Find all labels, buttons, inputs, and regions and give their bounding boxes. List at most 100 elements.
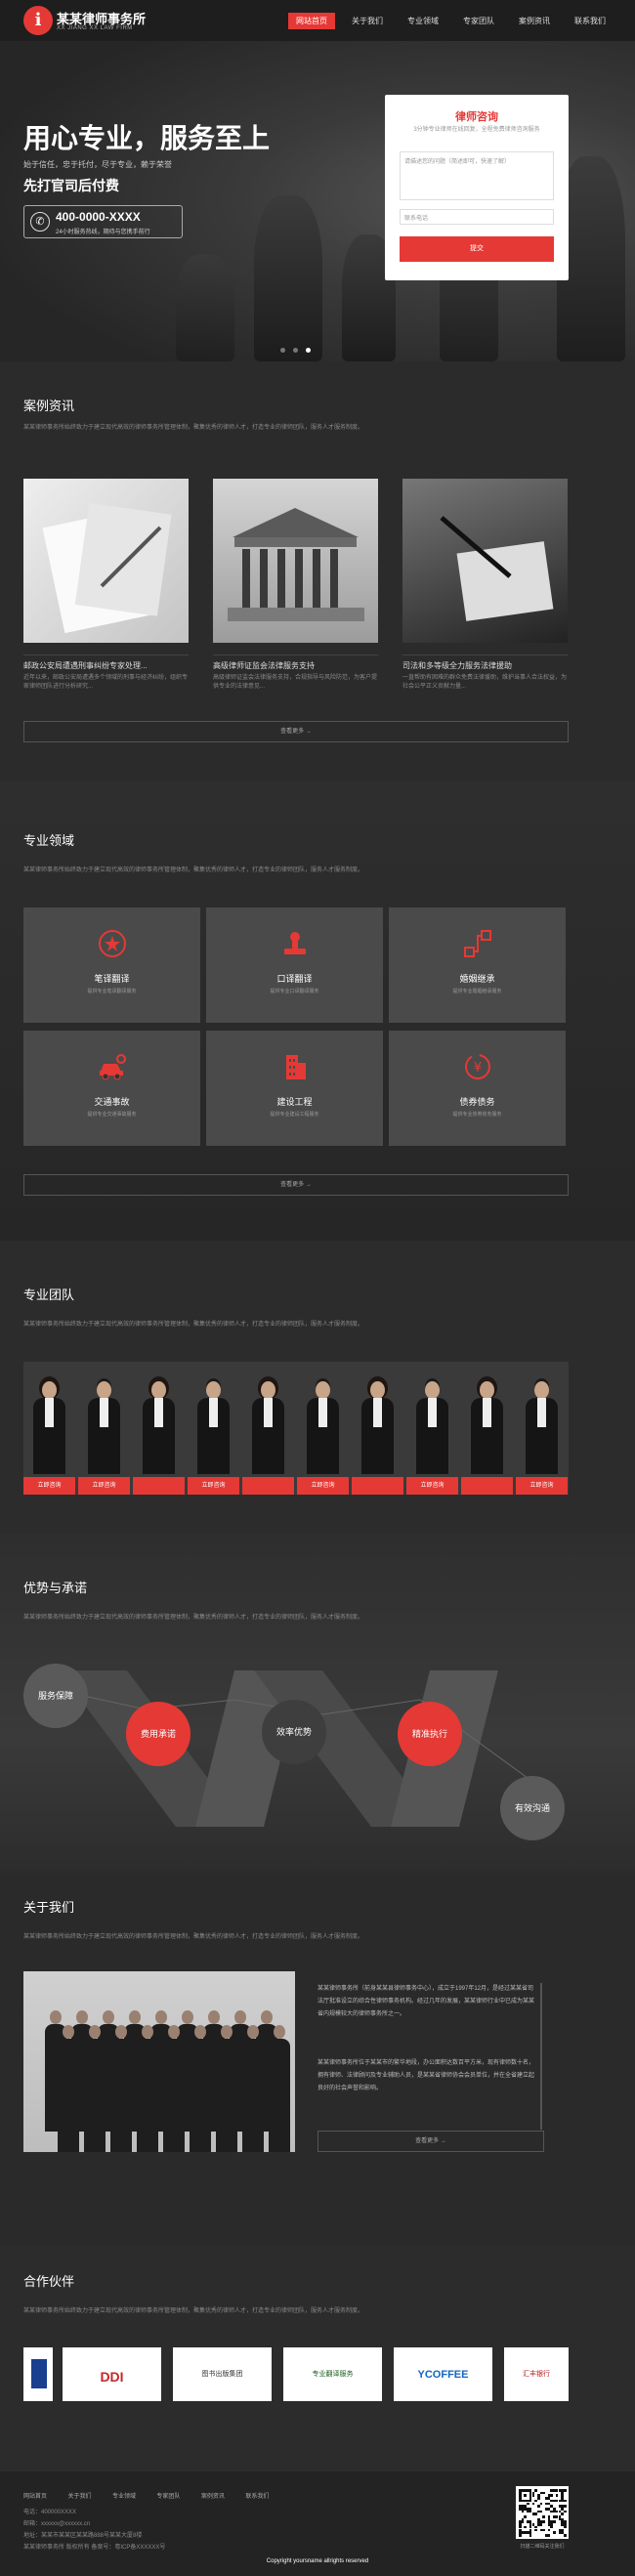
signing-photo — [440, 516, 554, 621]
carousel-dot[interactable] — [293, 348, 298, 353]
footer-nav-item[interactable]: 案例资讯 — [201, 2494, 225, 2500]
nav-item-fields[interactable]: 专业领域 — [400, 13, 446, 29]
field-description: 提供专业口译翻译服务 — [270, 989, 319, 994]
qr-module — [534, 2513, 537, 2515]
consult-title: 律师咨询 — [455, 111, 498, 123]
team-member[interactable] — [133, 1362, 185, 1495]
nav-item-team[interactable]: 专家团队 — [455, 13, 502, 29]
nav-item-about[interactable]: 关于我们 — [344, 13, 391, 29]
nav-item-home[interactable]: 网站首页 — [288, 13, 335, 29]
team-member[interactable]: 立即咨询 — [516, 1362, 568, 1495]
qr-module — [521, 2520, 525, 2524]
field-description: 提供专业债券债务服务 — [452, 1112, 502, 1118]
field-card[interactable]: 婚姻继承 提供专业婚姻继承服务 — [389, 908, 566, 1023]
qr-module — [553, 2520, 556, 2524]
partner-logo[interactable]: 汇丰银行 — [504, 2347, 569, 2401]
consult-subtitle: 3分钟专业律师在线回复，全程免费律师咨询服务 — [413, 127, 540, 133]
phone-input[interactable]: 联系电话 — [400, 209, 554, 225]
team-member[interactable]: 立即咨询 — [23, 1362, 75, 1495]
car-icon — [100, 1054, 126, 1080]
consult-member-button[interactable]: 立即咨询 — [23, 1477, 75, 1495]
footer-nav-item[interactable]: 联系我们 — [245, 2494, 269, 2500]
team-section: 专业团队 某某律师事务所始终致力于建立现代高效的律师事务所管理体制，聚集优秀的律… — [0, 1241, 635, 1534]
field-card[interactable]: ¥ 债券债务 提供专业债券债务服务 — [389, 1031, 566, 1146]
member-photo — [88, 1381, 120, 1474]
member-photo — [307, 1381, 339, 1474]
footer-nav-item[interactable]: 专家团队 — [156, 2494, 180, 2500]
logo-icon[interactable]: i — [23, 6, 53, 35]
field-card[interactable]: 交通事故 提供专业交通事故服务 — [23, 1031, 200, 1146]
team-member[interactable] — [352, 1362, 403, 1495]
about-title: 关于我们 — [23, 1900, 75, 1915]
qr-note: 扫描二维码关注我们 — [520, 2544, 565, 2550]
qr-module — [542, 2520, 545, 2524]
group-person — [242, 2025, 264, 2152]
case-title[interactable]: 邮政公安局遭遇刑事纠纷专家处理... — [23, 660, 189, 671]
case-title[interactable]: 高级律师证监会法律服务支持 — [213, 660, 378, 671]
team-member[interactable]: 立即咨询 — [297, 1362, 349, 1495]
advantage-service: 服务保障 — [23, 1664, 88, 1728]
about-section: 关于我们 某某律师事务所始终致力于建立现代高效的律师事务所管理体制，聚集优秀的律… — [0, 1876, 635, 2247]
hotline-box[interactable]: ✆ 400-0000-XXXX 24小时服务热线，期待与您携手前行 — [23, 205, 183, 238]
case-title[interactable]: 司法和多等级全力服务法律援助 — [402, 660, 568, 671]
fields-section: 专业领域 某某律师事务所始终致力于建立现代高效的律师事务所管理体制，聚集优秀的律… — [0, 781, 635, 1241]
field-card[interactable]: 口译翻译 提供专业口译翻译服务 — [206, 908, 383, 1023]
consult-member-button[interactable]: 立即咨询 — [188, 1477, 239, 1495]
chess-piece — [176, 254, 234, 361]
member-photo — [33, 1381, 65, 1474]
advantage-efficiency: 效率优势 — [262, 1700, 326, 1764]
qr-module — [539, 2510, 543, 2513]
fields-more-button[interactable]: 查看更多 → — [23, 1174, 569, 1196]
consult-member-button[interactable]: 立即咨询 — [78, 1477, 130, 1495]
consult-member-button[interactable]: 立即咨询 — [406, 1477, 458, 1495]
submit-button[interactable]: 提交 — [400, 236, 554, 262]
team-strip: 立即咨询 立即咨询 立即咨询 立即咨询 立即咨询 立即咨询 — [23, 1362, 569, 1495]
nav-item-cases[interactable]: 案例资讯 — [511, 13, 558, 29]
cases-description: 某某律师事务所始终致力于建立现代高效的律师事务所管理体制，聚集优秀的律师人才，打… — [23, 425, 364, 431]
team-member[interactable]: 立即咨询 — [188, 1362, 239, 1495]
carousel-dot-active[interactable] — [306, 348, 311, 353]
phone-icon: ✆ — [30, 212, 50, 232]
cases-more-button[interactable]: 查看更多 → — [23, 721, 569, 742]
team-member[interactable] — [461, 1362, 513, 1495]
nav-item-contact[interactable]: 联系我们 — [567, 13, 614, 29]
group-person — [190, 2025, 211, 2152]
field-name: 建设工程 — [276, 1097, 313, 1107]
footer-legal: 某某律师事务所 版权所有 备案号：粤ICP备XXXXXX号 — [23, 2545, 166, 2551]
question-textarea[interactable]: 请描述您的问题（简述即可，快速了解） — [400, 151, 554, 200]
consult-member-button[interactable]: 立即咨询 — [516, 1477, 568, 1495]
partner-logo[interactable]: 专业翻译服务 — [283, 2347, 382, 2401]
partner-name: 图书出版集团 — [201, 2371, 243, 2378]
case-image — [23, 479, 189, 643]
case-description: 一直帮助有困难的群众免费法律援助，维护当事人合法权益，为社会公平正义贡献力量..… — [402, 675, 568, 690]
team-member[interactable]: 立即咨询 — [78, 1362, 130, 1495]
consult-member-button[interactable]: 立即咨询 — [297, 1477, 349, 1495]
field-card[interactable]: 建设工程 提供专业建设工程服务 — [206, 1031, 383, 1146]
chess-piece — [254, 195, 322, 361]
team-title: 专业团队 — [23, 1288, 75, 1302]
stamp-icon — [284, 932, 306, 954]
carousel-dot[interactable] — [280, 348, 285, 353]
about-more-button[interactable]: 查看更多 → — [318, 2131, 544, 2152]
partner-logo[interactable] — [23, 2347, 53, 2401]
partner-logo[interactable]: YCOFFEE — [394, 2347, 492, 2401]
group-person — [110, 2025, 132, 2152]
qr-module — [531, 2502, 535, 2506]
field-card[interactable]: 笔译翻译 提供专业笔译翻译服务 — [23, 908, 200, 1023]
member-photo — [361, 1381, 394, 1474]
partner-logo[interactable]: DDI — [63, 2347, 161, 2401]
partner-logo[interactable]: 图书出版集团 — [173, 2347, 272, 2401]
team-member[interactable]: 立即咨询 — [406, 1362, 458, 1495]
advantage-precision: 精准执行 — [398, 1702, 462, 1766]
footer-nav-item[interactable]: 关于我们 — [67, 2494, 91, 2500]
field-description: 提供专业笔译翻译服务 — [87, 989, 137, 994]
team-member[interactable] — [242, 1362, 294, 1495]
member-photo — [416, 1381, 448, 1474]
star-badge-icon — [99, 930, 126, 957]
about-scrollbar[interactable] — [540, 1983, 542, 2130]
qr-module — [542, 2491, 545, 2495]
qr-module — [563, 2533, 567, 2537]
footer-nav-item[interactable]: 网站首页 — [23, 2494, 47, 2500]
footer-nav-item[interactable]: 专业领域 — [112, 2494, 136, 2500]
member-photo — [526, 1381, 558, 1474]
